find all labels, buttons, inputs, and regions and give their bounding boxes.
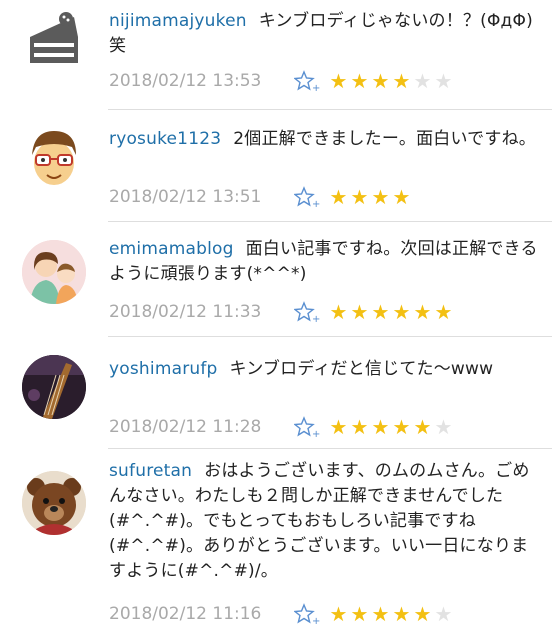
comment-meta: 2018/02/12 11:28 + ★ ★ ★ ★ ★ ★ <box>109 414 549 440</box>
star-empty-icon: ★ <box>434 602 453 626</box>
rating-stars: ★ ★ ★ ★ ★ ★ <box>328 603 454 625</box>
username-link[interactable]: sufuretan <box>109 461 192 481</box>
svg-text:+: + <box>312 616 320 625</box>
svg-text:+: + <box>312 314 320 323</box>
star-empty-icon: ★ <box>434 415 453 439</box>
avatar[interactable] <box>22 471 86 535</box>
comment-date: 2018/02/12 13:53 <box>109 71 262 91</box>
star-filled-icon: ★ <box>329 69 348 93</box>
comment-date: 2018/02/12 11:16 <box>109 604 262 624</box>
comment-body: emimamablog 面白い記事ですね。次回は正解できるように頑張ります(*^^… <box>109 237 541 287</box>
add-favorite-star-icon[interactable]: + <box>294 70 322 92</box>
username-link[interactable]: ryosuke1123 <box>109 129 221 149</box>
username-link[interactable]: emimamablog <box>109 239 234 259</box>
star-filled-icon: ★ <box>392 602 411 626</box>
star-filled-icon: ★ <box>371 300 390 324</box>
star-filled-icon: ★ <box>371 415 390 439</box>
username-link[interactable]: nijimamajyuken <box>109 11 247 31</box>
star-filled-icon: ★ <box>434 300 453 324</box>
comment-item: yoshimarufp キンブロディだと信じてた〜www 2018/02/12 1… <box>0 337 552 449</box>
add-favorite-star-icon[interactable]: + <box>294 603 322 625</box>
star-filled-icon: ★ <box>329 415 348 439</box>
guitar-photo-icon <box>22 355 86 419</box>
rating-stars: ★ ★ ★ ★ ★ ★ <box>328 416 454 438</box>
avatar[interactable] <box>22 7 86 71</box>
comment-text: 2個正解できましたー。面白いですね。 <box>233 129 536 149</box>
rating-stars: ★ ★ ★ ★ ★ ★ <box>328 70 454 92</box>
avatar[interactable] <box>22 125 86 189</box>
comment-date: 2018/02/12 11:28 <box>109 417 262 437</box>
star-filled-icon: ★ <box>371 602 390 626</box>
star-filled-icon: ★ <box>371 69 390 93</box>
svg-text:+: + <box>312 429 320 438</box>
comment-date: 2018/02/12 13:51 <box>109 187 262 207</box>
star-filled-icon: ★ <box>392 300 411 324</box>
avatar[interactable] <box>22 355 86 419</box>
star-filled-icon: ★ <box>392 185 411 209</box>
star-filled-icon: ★ <box>329 300 348 324</box>
comment-item: ryosuke1123 2個正解できましたー。面白いですね。 2018/02/12… <box>0 110 552 222</box>
comment-meta: 2018/02/12 11:33 + ★ ★ ★ ★ ★ ★ <box>109 299 549 325</box>
glasses-face-icon <box>32 131 76 185</box>
svg-text:+: + <box>312 199 320 208</box>
teddy-bear-icon <box>22 471 86 535</box>
comment-text: キンブロディだと信じてた〜www <box>229 359 494 379</box>
rating-stars: ★ ★ ★ ★ <box>328 186 412 208</box>
star-filled-icon: ★ <box>392 69 411 93</box>
comment-body: yoshimarufp キンブロディだと信じてた〜www <box>109 357 541 382</box>
star-empty-icon: ★ <box>413 69 432 93</box>
star-filled-icon: ★ <box>371 185 390 209</box>
comment-list: nijimamajyuken キンブロディじゃないの！？(ΦдΦ)笑 2018/0… <box>0 0 552 640</box>
comment-item: sufuretan おはようございます、のムのムさん。ごめんなさい。わたしも２問し… <box>0 449 552 640</box>
star-empty-icon: ★ <box>434 69 453 93</box>
comment-item: nijimamajyuken キンブロディじゃないの！？(ΦдΦ)笑 2018/0… <box>0 0 552 110</box>
star-filled-icon: ★ <box>413 415 432 439</box>
svg-text:+: + <box>312 83 320 92</box>
star-filled-icon: ★ <box>350 185 369 209</box>
comment-meta: 2018/02/12 13:53 + ★ ★ ★ ★ ★ ★ <box>109 68 549 94</box>
star-filled-icon: ★ <box>392 415 411 439</box>
mother-child-illustration-icon <box>22 240 86 304</box>
star-filled-icon: ★ <box>413 300 432 324</box>
comment-body: nijimamajyuken キンブロディじゃないの！？(ΦдΦ)笑 <box>109 9 541 59</box>
comment-meta: 2018/02/12 11:16 + ★ ★ ★ ★ ★ ★ <box>109 601 549 627</box>
comment-date: 2018/02/12 11:33 <box>109 302 262 322</box>
star-filled-icon: ★ <box>350 415 369 439</box>
comment-body: sufuretan おはようございます、のムのムさん。ごめんなさい。わたしも２問し… <box>109 459 541 584</box>
comment-body: ryosuke1123 2個正解できましたー。面白いですね。 <box>109 127 541 152</box>
comment-meta: 2018/02/12 13:51 + ★ ★ ★ ★ <box>109 184 549 210</box>
star-filled-icon: ★ <box>350 300 369 324</box>
add-favorite-star-icon[interactable]: + <box>294 186 322 208</box>
star-filled-icon: ★ <box>413 602 432 626</box>
avatar[interactable] <box>22 240 86 304</box>
star-filled-icon: ★ <box>350 69 369 93</box>
username-link[interactable]: yoshimarufp <box>109 359 218 379</box>
add-favorite-star-icon[interactable]: + <box>294 301 322 323</box>
star-filled-icon: ★ <box>350 602 369 626</box>
comment-item: emimamablog 面白い記事ですね。次回は正解できるように頑張ります(*^^… <box>0 222 552 337</box>
star-filled-icon: ★ <box>329 602 348 626</box>
star-filled-icon: ★ <box>329 185 348 209</box>
rating-stars: ★ ★ ★ ★ ★ ★ <box>328 301 454 323</box>
add-favorite-star-icon[interactable]: + <box>294 416 322 438</box>
cake-slice-icon <box>30 12 78 63</box>
